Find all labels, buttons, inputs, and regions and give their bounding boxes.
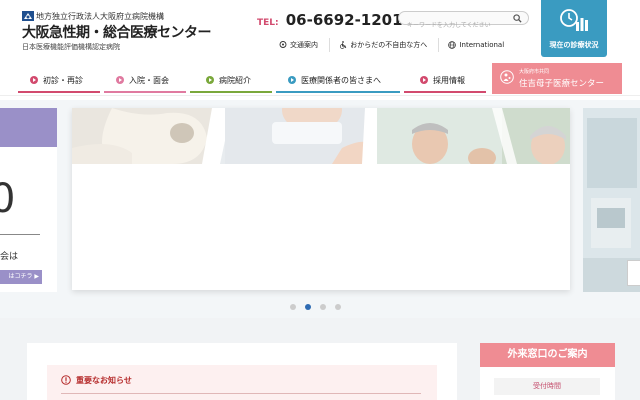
arrow-circle-icon <box>420 76 428 84</box>
arrow-circle-icon <box>206 76 214 84</box>
slider-dot[interactable] <box>320 304 326 310</box>
reception-hours-tab[interactable]: 受付時間 <box>494 378 600 395</box>
slide-prev-band <box>0 108 57 147</box>
slider-pagination <box>290 304 341 310</box>
nav-item-recruitment[interactable]: 採用情報 <box>404 67 486 93</box>
nav-item-admission[interactable]: 入院・面会 <box>104 67 186 93</box>
page: 地方独立行政法人大阪府立病院機構 大阪急性期・総合医療センター 日本医療機能評価… <box>0 0 640 400</box>
nav-item-about[interactable]: 病院紹介 <box>190 67 272 93</box>
slide-prev-digit: 0 <box>0 176 16 222</box>
search-icon[interactable] <box>513 14 522 23</box>
utility-links: 交通案内 おからだの不自由な方へ International <box>270 38 513 52</box>
slider-dot[interactable] <box>335 304 341 310</box>
notice-divider <box>61 393 421 394</box>
nav-item-medical-professionals[interactable]: 医療関係者の皆さまへ <box>276 67 400 93</box>
nav-item-label: 入院・面会 <box>129 75 169 85</box>
nav-underline <box>104 91 186 93</box>
nav-item-first-visit[interactable]: 初診・再診 <box>18 67 100 93</box>
current-status-label: 現在の診療状況 <box>549 41 599 49</box>
outpatient-panel: 外来窓口のご案内 受付時間 <box>480 343 615 400</box>
phone-number: TEL: 06-6692-1201 <box>257 10 403 29</box>
hospital-name: 大阪急性期・総合医療センター <box>22 25 212 41</box>
nav-item-label: 医療関係者の皆さまへ <box>301 75 381 85</box>
nav-item-label: 病院紹介 <box>219 75 251 85</box>
tel-number: 06-6692-1201 <box>285 11 403 29</box>
access-link[interactable]: 交通案内 <box>270 38 327 52</box>
nav-underline <box>276 91 400 93</box>
sumiyoshi-title: 住吉母子医療センター <box>519 79 605 89</box>
arrow-circle-icon <box>116 76 124 84</box>
access-link-label: 交通案内 <box>290 41 318 49</box>
slide-photo <box>72 108 570 164</box>
globe-icon <box>448 41 457 49</box>
slide-prev-button[interactable]: はコチラ ▶ <box>0 270 42 284</box>
slider-next-arrow[interactable] <box>627 260 640 286</box>
sumiyoshi-center-button[interactable]: 大阪府市共同 住吉母子医療センター <box>492 63 622 94</box>
wheelchair-icon <box>340 41 347 49</box>
logo-mark-icon <box>22 11 34 21</box>
important-notice-box: 重要なお知らせ <box>47 365 437 400</box>
search-box <box>398 11 529 32</box>
accessibility-link-label: おからだの不自由な方へ <box>350 41 428 49</box>
notice-panel: 重要なお知らせ <box>27 343 457 400</box>
slide-prev-text: 会は <box>0 252 19 262</box>
arrow-circle-icon <box>288 76 296 84</box>
alert-icon <box>61 375 71 385</box>
lower-section: 重要なお知らせ 外来窓口のご案内 受付時間 <box>0 318 640 400</box>
tel-label: TEL: <box>257 18 279 28</box>
slide-prev-button-label: はコチラ <box>8 273 33 280</box>
outpatient-title: 外来窓口のご案内 <box>480 343 615 367</box>
nav-underline <box>18 91 100 93</box>
slide-current[interactable] <box>72 108 570 290</box>
nav-underline <box>404 91 486 93</box>
slide-prev-divider <box>0 234 40 235</box>
certification-label: 日本医療機能評価機構認定病院 <box>22 43 120 51</box>
slider-dot[interactable] <box>290 304 296 310</box>
hero-slider: 0 会は はコチラ ▶ <box>0 100 640 318</box>
clock-chart-icon <box>560 9 588 31</box>
map-pin-icon <box>279 41 287 48</box>
site-header: 地方独立行政法人大阪府立病院機構 大阪急性期・総合医療センター 日本医療機能評価… <box>0 0 640 62</box>
nav-item-label: 採用情報 <box>433 75 465 85</box>
slide-photo-image <box>72 108 570 164</box>
slide-prev-card[interactable]: 0 会は はコチラ ▶ <box>0 108 57 292</box>
current-status-button[interactable]: 現在の診療状況 <box>541 0 607 57</box>
slider-dot-active[interactable] <box>305 304 311 310</box>
search-input[interactable] <box>399 20 509 32</box>
nav-item-label: 初診・再診 <box>43 75 83 85</box>
accessibility-link[interactable]: おからだの不自由な方へ <box>329 38 436 52</box>
important-notice-title: 重要なお知らせ <box>76 376 132 385</box>
sumiyoshi-sub-label: 大阪府市共同 <box>519 69 550 75</box>
mother-child-icon <box>500 70 514 84</box>
international-link-label: International <box>459 41 505 49</box>
international-link[interactable]: International <box>438 38 513 52</box>
nav-underline <box>190 91 272 93</box>
slide-body <box>72 164 570 290</box>
org-label: 地方独立行政法人大阪府立病院機構 <box>36 12 164 21</box>
arrow-circle-icon <box>30 76 38 84</box>
